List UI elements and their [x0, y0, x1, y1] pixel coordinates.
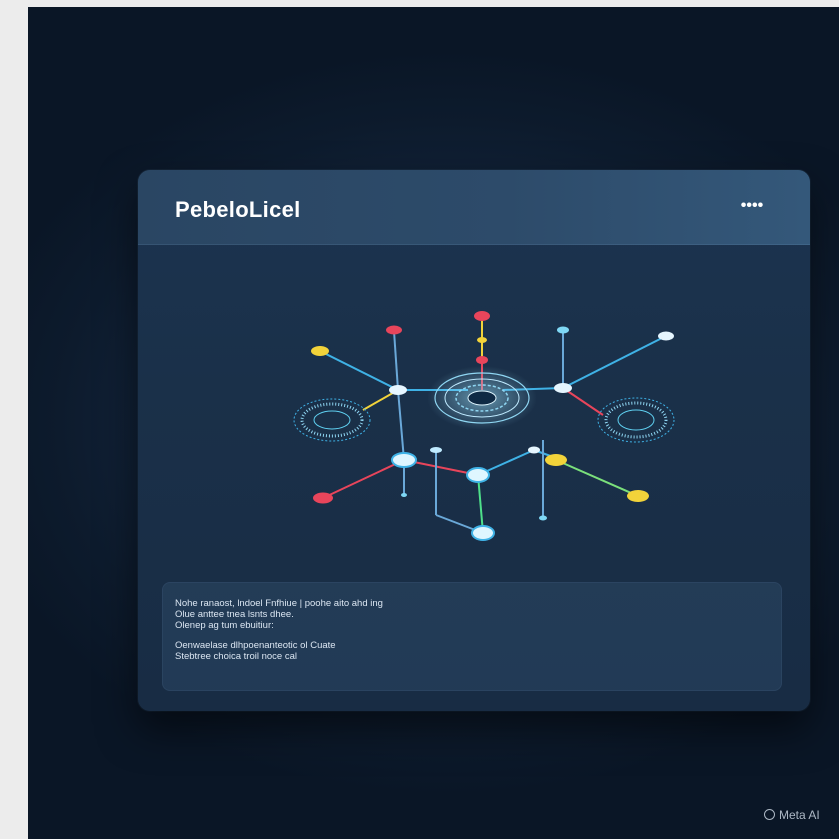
node-yellow: [477, 337, 487, 343]
node-red: [474, 311, 490, 321]
node-cyan: [557, 326, 569, 334]
node-red: [386, 325, 402, 335]
left-dial-icon: [293, 398, 371, 442]
meta-ring-icon: [764, 809, 775, 820]
network-graph-illustration: [293, 311, 675, 541]
more-dots-icon[interactable]: ••••: [740, 198, 764, 214]
node-white: [391, 452, 417, 468]
app-title: PebeloLicel: [175, 197, 301, 222]
info-line: Nohe ranaost, lndoel Fnfhiue | poohe ait…: [175, 598, 383, 609]
node-white: [430, 447, 442, 453]
node-white: [389, 385, 407, 395]
info-text: Nohe ranaost, lndoel Fnfhiue | poohe ait…: [175, 598, 735, 662]
node-red: [476, 356, 488, 364]
node-green: [471, 525, 495, 541]
info-panel: Nohe ranaost, lndoel Fnfhiue | poohe ait…: [162, 582, 782, 691]
node-red: [313, 492, 333, 504]
info-line: Olue anttee tnea lsnts dhee.: [175, 609, 294, 620]
node-white: [554, 383, 572, 393]
central-hub-icon: [427, 366, 537, 430]
top-margin: [0, 0, 839, 7]
info-line: Oenwaelase dlhpoenanteotic ol Cuate: [175, 640, 336, 651]
node-yellow: [627, 490, 649, 502]
left-margin: [0, 0, 28, 839]
meta-ai-watermark: Meta AI: [764, 808, 820, 822]
node-cyan: [539, 515, 547, 521]
app-window: PebeloLicel •••• Nohe ranaost, lndoel Fn…: [138, 170, 810, 711]
node-white: [658, 331, 674, 341]
node-yellow: [311, 346, 329, 356]
watermark-text: Meta AI: [779, 808, 820, 822]
right-dial-icon: [597, 397, 675, 443]
window-titlebar: PebeloLicel ••••: [138, 170, 810, 245]
info-line: Olenep ag tum ebuitiur:: [175, 620, 274, 631]
node-cyan: [401, 493, 407, 497]
info-line: Stebtree choica troil noce cal: [175, 651, 297, 662]
backdrop: PebeloLicel •••• Nohe ranaost, lndoel Fn…: [28, 7, 839, 839]
node-yellow: [545, 454, 567, 466]
node-white: [528, 446, 540, 454]
node-white: [466, 467, 490, 483]
